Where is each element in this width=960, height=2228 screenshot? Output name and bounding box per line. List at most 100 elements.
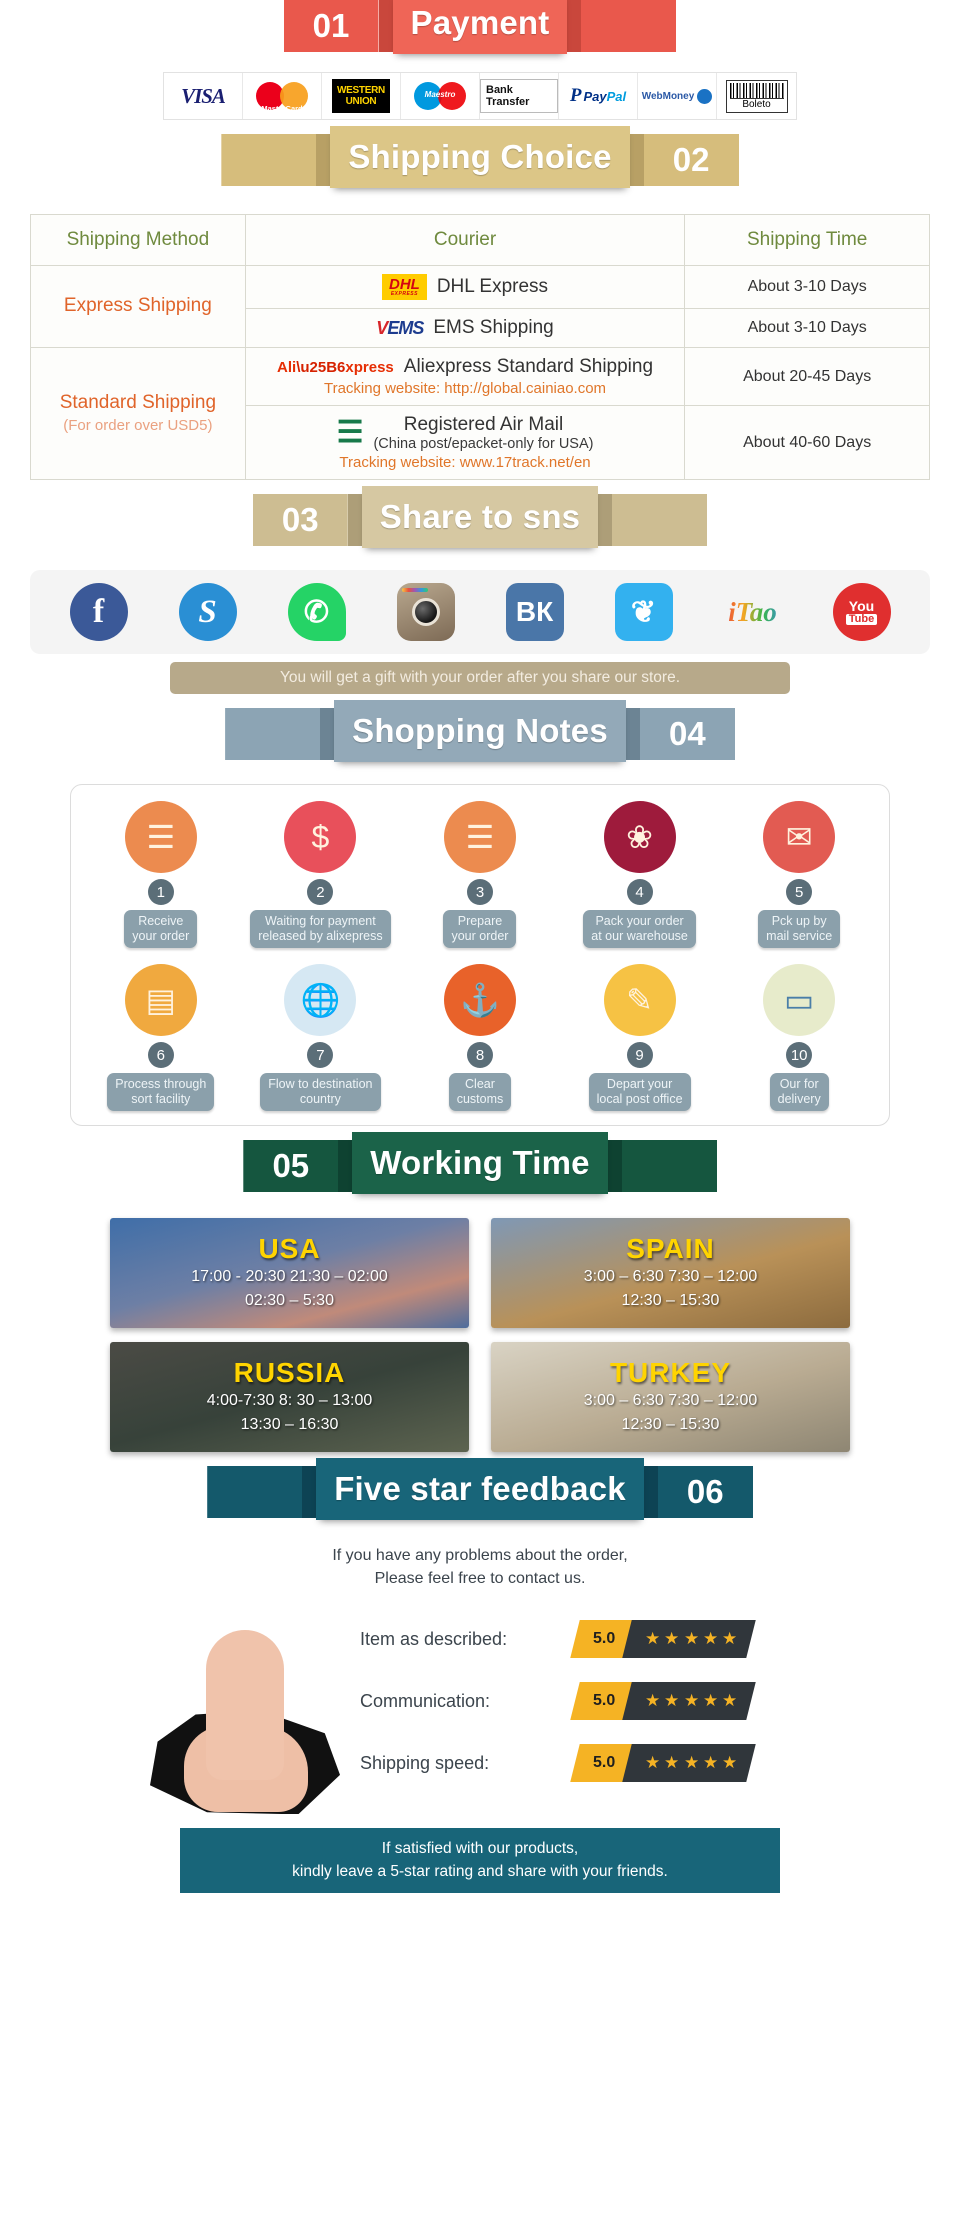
- dhl-logo-text: DHL: [389, 276, 420, 293]
- clipboard-icon: ✎: [603, 964, 676, 1036]
- working-time-card: USA 17:00 - 20:30 21:30 – 02:00 02:30 – 5…: [110, 1218, 469, 1328]
- note-step-label: Pck up by mail service: [758, 910, 841, 948]
- ems-courier-name: EMS Shipping: [433, 317, 554, 338]
- itao-icon[interactable]: iTao: [724, 583, 782, 641]
- webmoney-logo: WebMoney: [638, 73, 717, 119]
- note-step-label: Clear customs: [448, 1073, 512, 1111]
- globe-icon: 🌐: [284, 964, 357, 1036]
- section-banner-share: 03 Share to sns: [0, 486, 960, 560]
- rating-row: Communication: 5.0 ★ ★ ★ ★ ★: [360, 1670, 920, 1732]
- cell-dhl-courier: DHL EXPRESS DHL Express: [244, 265, 686, 309]
- section-banner-notes: Shopping Notes 04: [0, 700, 960, 774]
- barcode-icon: [729, 82, 784, 98]
- banner-number-feedback: 06: [657, 1466, 753, 1518]
- star-icon: ★: [645, 1629, 661, 1649]
- paypal-logo: P PayPal: [559, 73, 638, 119]
- whatsapp-glyph: ✆: [303, 595, 330, 629]
- china-post-logo: ☰: [336, 416, 364, 449]
- airmail-courier-name: Registered Air Mail: [403, 414, 564, 435]
- note-step-number: 1: [147, 879, 174, 905]
- bank-transfer-logo: Bank Transfer: [480, 73, 559, 119]
- note-step: $2 Waiting for payment released by alixep…: [245, 801, 395, 948]
- wu-line1: WESTERN: [337, 85, 385, 96]
- note-step-number: 7: [307, 1042, 334, 1068]
- aliexpress-courier-name: Aliexpress Standard Shipping: [403, 356, 654, 377]
- package-icon: ▭: [763, 964, 836, 1036]
- note-step-label: Flow to destination country: [260, 1073, 381, 1111]
- airmail-courier-sub: (China post/epacket-only for USA): [373, 436, 594, 452]
- table-row: Express Shipping DHL EXPRESS DHL Express…: [30, 265, 930, 348]
- note-step-number: 3: [466, 879, 493, 905]
- aliexpress-tracking-website[interactable]: Tracking website: http://global.cainiao.…: [256, 380, 675, 397]
- note-step-label: Receive your order: [124, 910, 198, 948]
- header-courier: Courier: [244, 214, 686, 266]
- banner-number-text: 03: [281, 501, 319, 538]
- maestro-text: Maestro: [424, 90, 456, 99]
- note-step: ✎ 9 Depart your local post office: [565, 964, 715, 1111]
- note-step: ☰ 1 Receive your order: [86, 801, 236, 948]
- note-step-number: 4: [626, 879, 653, 905]
- working-time-card: SPAIN 3:00 – 6:30 7:30 – 12:00 12:30 – 15…: [491, 1218, 850, 1328]
- rating-badge: 5.0 ★ ★ ★ ★ ★: [570, 1682, 756, 1721]
- table-header-row: Shipping Method Courier Shipping Time: [30, 214, 930, 266]
- thumbs-up-icon: [150, 1622, 360, 1822]
- share-gift-note: You will get a gift with your order afte…: [170, 662, 790, 694]
- section-banner-shipping: Shipping Choice 02: [0, 126, 960, 200]
- notes-row-2: ▤ 6 Process through sort facility 🌐 7 Flow to…: [81, 964, 879, 1111]
- note-step: 🌐 7 Flow to destination country: [245, 964, 395, 1111]
- twitter-icon[interactable]: ❦: [614, 583, 673, 641]
- rating-rows: Item as described: 5.0 ★ ★ ★ ★ ★ Communication:…: [360, 1608, 920, 1794]
- note-step-number: 5: [786, 879, 813, 905]
- rating-label: Item as described:: [360, 1628, 508, 1649]
- star-icon: ★: [702, 1629, 718, 1649]
- airmail-tracking-website[interactable]: Tracking website: www.17track.net/en: [256, 454, 675, 471]
- bank-transfer-text: Bank Transfer: [480, 79, 558, 113]
- country-name: USA: [258, 1233, 321, 1264]
- webmoney-dot-icon: [697, 88, 713, 104]
- note-step-label: Pack your order at our warehouse: [583, 910, 696, 948]
- skype-glyph: S: [198, 593, 217, 630]
- star-icon: ★: [664, 1691, 680, 1711]
- section-banner-payment: 01 Payment: [0, 0, 960, 66]
- mastercard-text: MasterCard: [261, 104, 303, 113]
- star-icon: ★: [645, 1691, 661, 1711]
- shopping-notes-card: ☰ 1 Receive your order $2 Waiting for paymen…: [70, 784, 890, 1126]
- vk-icon[interactable]: ВК: [505, 583, 564, 641]
- star-icon: ★: [702, 1753, 718, 1773]
- header-shipping-method: Shipping Method: [30, 214, 246, 266]
- country-hours: 3:00 – 6:30 7:30 – 12:00 12:30 – 15:30: [583, 1392, 758, 1433]
- cell-ems-courier: V EMS EMS Shipping: [244, 308, 686, 348]
- aliexpress-logo: Ali\u25B6xpress: [277, 358, 394, 376]
- visa-logo: VISA: [164, 73, 243, 119]
- table-row: Standard Shipping (For order over USD5) …: [30, 347, 930, 480]
- banner-number-text: 06: [686, 1473, 724, 1510]
- thumb-shape: [206, 1630, 284, 1781]
- note-step: ✉ 5 Pck up by mail service: [724, 801, 874, 948]
- vk-glyph: ВК: [515, 596, 554, 627]
- paypal-pay: Pay: [583, 88, 607, 104]
- rating-stars: ★ ★ ★ ★ ★: [622, 1682, 756, 1721]
- youtube-icon[interactable]: You Tube: [832, 583, 891, 641]
- facebook-icon[interactable]: f: [69, 583, 128, 641]
- section-banner-working-time: 05 Working Time: [0, 1132, 960, 1206]
- boleto-logo: Boleto: [717, 73, 796, 119]
- aliexpress-shipping-time: About 20-45 Days: [684, 347, 930, 406]
- instagram-lens: [411, 598, 440, 626]
- instagram-icon[interactable]: [396, 583, 455, 641]
- banner-title-shipping: Shipping Choice: [348, 138, 612, 175]
- maestro-logo: Maestro: [401, 73, 480, 119]
- whatsapp-icon[interactable]: ✆: [287, 583, 346, 641]
- banner-title-share: Share to sns: [379, 498, 581, 535]
- rating-badge: 5.0 ★ ★ ★ ★ ★: [570, 1620, 756, 1659]
- ems-shipping-time: About 3-10 Days: [684, 308, 930, 348]
- anchor-icon: ⚓: [443, 964, 516, 1036]
- document-icon: ☰: [443, 801, 516, 873]
- skype-icon[interactable]: S: [178, 583, 237, 641]
- country-name: RUSSIA: [233, 1357, 346, 1388]
- dhl-shipping-time: About 3-10 Days: [684, 265, 930, 309]
- rating-stars: ★ ★ ★ ★ ★: [622, 1620, 756, 1659]
- cell-aliexpress-courier: Ali\u25B6xpress Aliexpress Standard Ship…: [244, 347, 686, 406]
- wu-line2: UNION: [345, 96, 377, 107]
- itao-glyph: iTao: [728, 596, 777, 627]
- youtube-tube: Tube: [845, 614, 878, 625]
